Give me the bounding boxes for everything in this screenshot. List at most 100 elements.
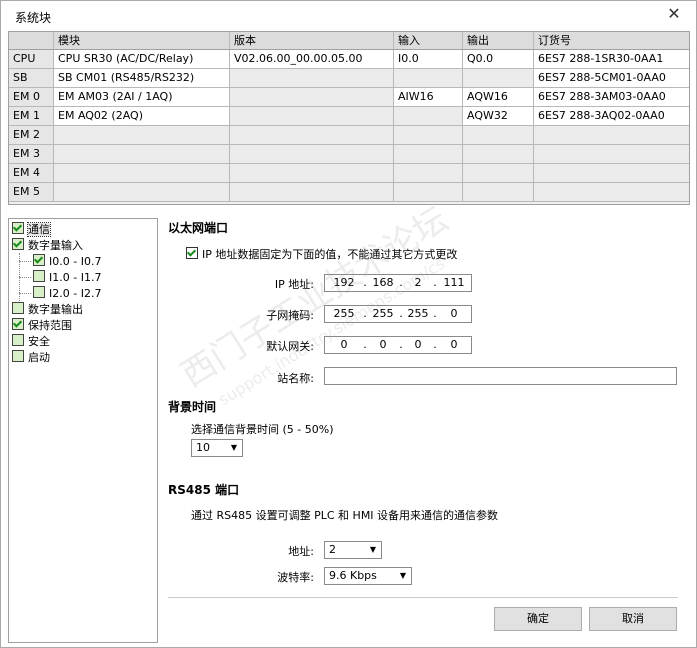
checkbox-icon	[12, 302, 24, 314]
header-slot	[9, 32, 54, 49]
checkbox-icon	[12, 334, 24, 346]
table-cell-input[interactable]: I0.0	[394, 50, 463, 68]
table-cell-output[interactable]	[463, 126, 534, 144]
ethernet-section-title: 以太网端口	[168, 221, 229, 235]
table-cell-order[interactable]	[534, 183, 689, 201]
table-cell-module[interactable]: SB CM01 (RS485/RS232)	[54, 69, 230, 87]
table-row[interactable]: EM 3	[9, 145, 689, 164]
baud-label: 波特率:	[277, 571, 314, 584]
table-cell-slot: EM 0	[9, 88, 54, 106]
table-cell-output[interactable]	[463, 183, 534, 201]
tree-item-retentive[interactable]: 保持范围	[12, 318, 72, 334]
table-cell-version[interactable]	[230, 183, 394, 201]
table-cell-version[interactable]	[230, 126, 394, 144]
table-cell-module[interactable]	[54, 126, 230, 144]
table-cell-order[interactable]	[534, 145, 689, 163]
background-time-title: 背景时间	[168, 400, 217, 414]
table-cell-order[interactable]: 6ES7 288-5CM01-0AA0	[534, 69, 689, 87]
table-row[interactable]: EM 0 EM AM03 (2AI / 1AQ) AIW16 AQW16 6ES7 28…	[9, 88, 689, 107]
ip-label: IP 地址:	[274, 278, 314, 291]
rs485-section-title: RS485 端口	[168, 483, 240, 497]
tree-item-digital-output[interactable]: 数字量输出	[12, 302, 83, 318]
checkbox-icon[interactable]	[186, 247, 198, 259]
ip-dot: .	[433, 276, 437, 289]
header-output: 输出	[463, 32, 534, 49]
table-cell-output[interactable]	[463, 145, 534, 163]
table-cell-version[interactable]: V02.06.00_00.00.05.00	[230, 50, 394, 68]
table-cell-output[interactable]: Q0.0	[463, 50, 534, 68]
station-name-input[interactable]	[324, 367, 677, 385]
table-cell-module[interactable]	[54, 145, 230, 163]
background-time-select[interactable]: 10 ▼	[191, 439, 243, 457]
gateway-octet: 0	[379, 338, 387, 351]
mask-dot: .	[433, 307, 437, 320]
table-cell-output[interactable]	[463, 69, 534, 87]
table-row[interactable]: EM 4	[9, 164, 689, 183]
table-cell-version[interactable]	[230, 107, 394, 125]
table-row[interactable]: EM 2	[9, 126, 689, 145]
table-cell-input[interactable]	[394, 69, 463, 87]
table-cell-version[interactable]	[230, 88, 394, 106]
table-row[interactable]: EM 5	[9, 183, 689, 202]
table-cell-module[interactable]: EM AQ02 (2AQ)	[54, 107, 230, 125]
checkbox-icon	[33, 286, 45, 298]
table-cell-input[interactable]	[394, 183, 463, 201]
table-cell-slot: SB	[9, 69, 54, 87]
table-cell-order[interactable]: 6ES7 288-1SR30-0AA1	[534, 50, 689, 68]
gateway-input[interactable]: 0 . 0 . 0 . 0	[324, 336, 472, 354]
table-cell-module[interactable]: CPU SR30 (AC/DC/Relay)	[54, 50, 230, 68]
table-row[interactable]: SB SB CM01 (RS485/RS232) 6ES7 288-5CM01-0A…	[9, 69, 689, 88]
table-cell-order[interactable]	[534, 164, 689, 182]
close-icon[interactable]: ✕	[664, 4, 684, 24]
tree-item-i0[interactable]: I0.0 - I0.7	[33, 254, 101, 270]
fixed-ip-option[interactable]: IP 地址数据固定为下面的值，不能通过其它方式更改	[186, 246, 457, 262]
tree-item-startup[interactable]: 启动	[12, 350, 50, 366]
table-cell-module[interactable]: EM AM03 (2AI / 1AQ)	[54, 88, 230, 106]
table-cell-input[interactable]	[394, 145, 463, 163]
table-cell-order[interactable]	[534, 126, 689, 144]
tree-item-i1[interactable]: I1.0 - I1.7	[33, 270, 101, 286]
mask-label: 子网掩码:	[266, 309, 314, 322]
tree-item-i2[interactable]: I2.0 - I2.7	[33, 286, 101, 302]
table-cell-slot: EM 5	[9, 183, 54, 201]
table-cell-output[interactable]: AQW16	[463, 88, 534, 106]
checkbox-icon	[12, 222, 24, 234]
gateway-octet: 0	[450, 338, 458, 351]
station-name-label: 站名称:	[277, 372, 314, 385]
table-row[interactable]: CPU CPU SR30 (AC/DC/Relay) V02.06.00_00.00…	[9, 50, 689, 69]
tree-item-communication[interactable]: 通信	[12, 222, 51, 238]
table-cell-output[interactable]: AQW32	[463, 107, 534, 125]
table-cell-version[interactable]	[230, 145, 394, 163]
checkbox-icon	[12, 350, 24, 362]
table-cell-order[interactable]: 6ES7 288-3AM03-0AA0	[534, 88, 689, 106]
header-order: 订货号	[538, 34, 571, 47]
ok-button[interactable]: 确定	[494, 607, 582, 631]
table-cell-input[interactable]	[394, 164, 463, 182]
table-cell-module[interactable]	[54, 183, 230, 201]
background-time-label: 选择通信背景时间 (5 - 50%)	[191, 423, 334, 436]
gateway-label: 默认网关:	[266, 340, 314, 353]
rs485-address-select[interactable]: 2 ▼	[324, 541, 382, 559]
subnet-mask-input[interactable]: 255 . 255 . 255 . 0	[324, 305, 472, 323]
ip-octet: 168	[372, 276, 394, 289]
baud-rate-select[interactable]: 9.6 Kbps ▼	[324, 567, 412, 585]
header-version: 版本	[230, 32, 394, 49]
table-cell-input[interactable]	[394, 107, 463, 125]
tree-item-digital-input[interactable]: 数字量输入	[12, 238, 83, 254]
tree-connector	[19, 293, 31, 294]
tree-item-security[interactable]: 安全	[12, 334, 50, 350]
gateway-octet: 0	[414, 338, 422, 351]
table-cell-order[interactable]: 6ES7 288-3AQ02-0AA0	[534, 107, 689, 125]
table-cell-output[interactable]	[463, 164, 534, 182]
ip-address-input[interactable]: 192 . 168 . 2 . 111	[324, 274, 472, 292]
table-cell-input[interactable]	[394, 126, 463, 144]
title-bar: 系统块	[1, 1, 696, 31]
table-cell-version[interactable]	[230, 164, 394, 182]
table-cell-slot: EM 1	[9, 107, 54, 125]
gateway-dot: .	[399, 338, 403, 351]
table-cell-input[interactable]: AIW16	[394, 88, 463, 106]
table-cell-module[interactable]	[54, 164, 230, 182]
cancel-button[interactable]: 取消	[589, 607, 677, 631]
table-row[interactable]: EM 1 EM AQ02 (2AQ) AQW32 6ES7 288-3AQ02-0AA…	[9, 107, 689, 126]
table-cell-version[interactable]	[230, 69, 394, 87]
